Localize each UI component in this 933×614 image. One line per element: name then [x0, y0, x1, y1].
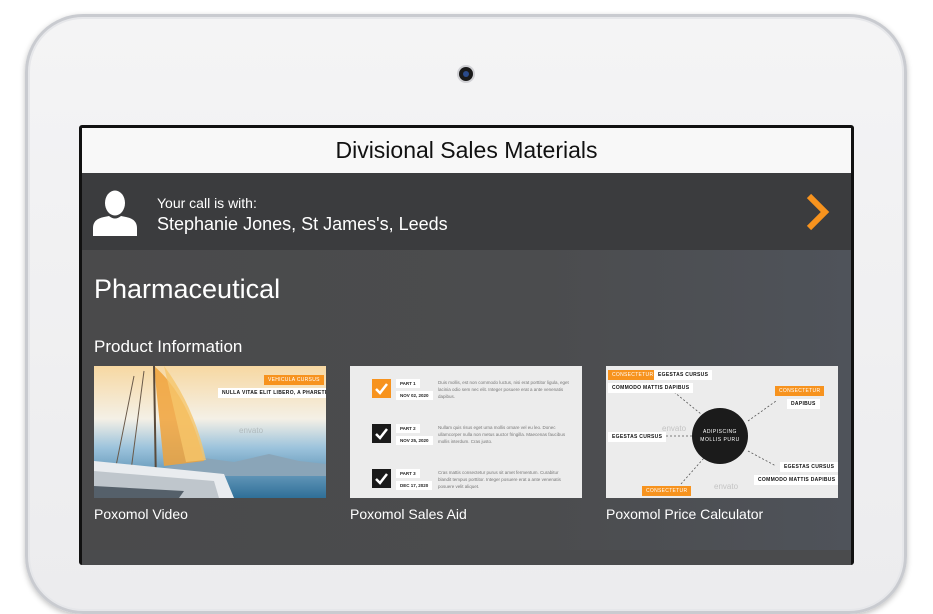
video-tag-2: NULLA VITAE ELIT LIBERO, A PHARETRA [218, 388, 326, 398]
video-thumbnail[interactable]: VEHICULA CURSUS NULLA VITAE ELIT LIBERO,… [94, 366, 326, 498]
sales-aid-row-3: PART 3 DEC 17, 2020 Cras mattis consecte… [372, 469, 572, 490]
sales-aid-row-1: PART 1 NOV 02, 2020 Duis mollis, est non… [372, 379, 572, 400]
call-label: Your call is with: [157, 195, 257, 211]
sales-aid-row-2: PART 2 NOV 25, 2020 Nullam quis risus eg… [372, 424, 572, 445]
checkbox-checked-icon [372, 424, 391, 443]
subsection-title: Product Information [94, 337, 243, 356]
card-poxomol-video[interactable]: VEHICULA CURSUS NULLA VITAE ELIT LIBERO,… [94, 366, 326, 522]
watermark: envato [714, 482, 739, 491]
part-date: NOV 25, 2020 [396, 436, 433, 445]
page-title: Divisional Sales Materials [335, 137, 598, 163]
call-bar[interactable]: Your call is with: Stephanie Jones, St J… [82, 173, 851, 250]
call-contact-name: Stephanie Jones, St James's, Leeds [157, 214, 448, 234]
calc-tag-2: EGESTAS CURSUS [654, 370, 713, 380]
sailboat-image [94, 366, 234, 498]
watermark: envato [239, 426, 264, 435]
calc-tag-3: COMMODO MATTIS DAPIBUS [608, 383, 694, 393]
checkbox-checked-icon [372, 469, 391, 488]
calc-tag-4: CONSECTETUR [775, 386, 825, 396]
calc-tag-9: CONSECTETUR [642, 486, 692, 496]
card-poxomol-price-calculator[interactable]: CONSECTETUR EGESTAS CURSUS COMMODO MATTI… [606, 366, 838, 522]
part-text: Duis mollis, est non commodo luctus, nis… [438, 380, 569, 399]
part-label: PART 3 [396, 469, 420, 478]
card-label[interactable]: Poxomol Video [94, 506, 326, 522]
checkbox-checked-icon [372, 379, 391, 398]
user-silhouette-icon [93, 190, 137, 236]
card-label[interactable]: Poxomol Sales Aid [350, 506, 582, 522]
section-title: Pharmaceutical [94, 274, 281, 304]
card-label[interactable]: Poxomol Price Calculator [606, 506, 838, 522]
camera-icon [459, 67, 473, 81]
calc-tag-7: EGESTAS CURSUS [780, 462, 838, 472]
part-text: Nullam quis risus eget urna mollis ornar… [438, 425, 566, 444]
content-area: Pharmaceutical Product Information VEHIC… [82, 250, 851, 550]
calc-tag-1: CONSECTETUR [608, 370, 658, 380]
video-tag-1: VEHICULA CURSUS [264, 375, 324, 385]
calc-tag-5: DAPIBUS [787, 399, 820, 409]
part-label: PART 1 [396, 379, 420, 388]
card-poxomol-sales-aid[interactable]: PART 1 NOV 02, 2020 Duis mollis, est non… [350, 366, 582, 522]
part-label: PART 2 [396, 424, 420, 433]
part-date: DEC 17, 2020 [396, 481, 433, 490]
price-calculator-thumbnail[interactable]: CONSECTETUR EGESTAS CURSUS COMMODO MATTI… [606, 366, 838, 498]
calc-tag-6: EGESTAS CURSUS [608, 432, 667, 442]
sales-aid-thumbnail[interactable]: PART 1 NOV 02, 2020 Duis mollis, est non… [350, 366, 582, 498]
chevron-right-icon[interactable] [805, 193, 831, 231]
part-date: NOV 02, 2020 [396, 391, 433, 400]
calculator-hub: ADIPISCING MOLLIS PURU [692, 408, 748, 464]
part-text: Cras mattis consectetur purus sit amet f… [438, 470, 561, 489]
calc-tag-8: COMMODO MATTIS DAPIBUS [754, 475, 838, 485]
tablet-screen: Divisional Sales Materials Your call is … [79, 125, 854, 565]
watermark: envato [662, 424, 687, 433]
app-window: Divisional Sales Materials Your call is … [82, 128, 851, 565]
title-bar: Divisional Sales Materials [82, 128, 851, 173]
